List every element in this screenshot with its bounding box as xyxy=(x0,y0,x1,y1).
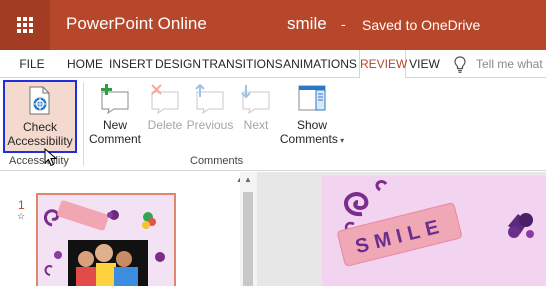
next-comment-button[interactable]: Next xyxy=(237,80,275,132)
tab-view[interactable]: VIEW xyxy=(408,50,441,78)
animation-star-icon: ☆ xyxy=(17,211,26,221)
accessibility-checker-icon xyxy=(29,86,50,115)
scrollbar-thumb[interactable] xyxy=(243,192,253,286)
tell-me-placeholder: Tell me what xyxy=(476,57,543,71)
show-comments-line2: Comments ▾ xyxy=(279,132,345,146)
check-accessibility-button[interactable]: Check Accessibility xyxy=(3,80,77,153)
tab-review[interactable]: REVIEW xyxy=(359,50,407,79)
slide-number: 1 xyxy=(18,198,25,212)
previous-label: Previous xyxy=(186,118,234,132)
new-comment-line1: New xyxy=(102,118,127,132)
lightbulb-icon xyxy=(454,56,466,73)
tab-home[interactable]: HOME xyxy=(66,50,104,78)
save-status: Saved to OneDrive xyxy=(362,17,481,33)
tab-file[interactable]: FILE xyxy=(16,50,48,78)
new-comment-button[interactable]: New Comment xyxy=(88,80,142,146)
new-comment-icon xyxy=(101,84,129,114)
new-comment-line2: Comment xyxy=(88,132,141,146)
group-label-accessibility: Accessibility xyxy=(9,155,69,167)
previous-comment-icon xyxy=(195,84,224,114)
group-label-comments: Comments xyxy=(190,155,244,167)
next-label: Next xyxy=(243,118,269,132)
tab-design[interactable]: DESIGN xyxy=(155,50,201,78)
group-divider xyxy=(83,82,84,166)
check-accessibility-line2: Accessibility xyxy=(7,134,73,148)
scroll-up-icon[interactable]: ▲ xyxy=(244,175,252,184)
thumbnail-artwork xyxy=(38,195,174,286)
title-separator: - xyxy=(341,16,346,32)
delete-comment-button[interactable]: Delete xyxy=(145,80,185,132)
slide-canvas[interactable]: SMILE xyxy=(322,176,546,286)
thumbnail-scrollbar[interactable]: ▲ xyxy=(240,172,257,286)
app-name[interactable]: PowerPoint Online xyxy=(66,14,207,34)
ribbon-review: Check Accessibility Accessibility New Co… xyxy=(0,78,546,171)
show-comments-button[interactable]: Show Comments ▾ xyxy=(277,80,347,148)
tab-animations[interactable]: ANIMATIONS xyxy=(282,50,358,78)
mouse-cursor-icon xyxy=(44,148,58,167)
title-bar: PowerPoint Online smile - Saved to OneDr… xyxy=(0,0,546,50)
previous-comment-button[interactable]: Previous xyxy=(185,80,235,132)
tab-insert[interactable]: INSERT xyxy=(109,50,153,78)
tab-transitions[interactable]: TRANSITIONS xyxy=(202,50,283,78)
show-comments-icon xyxy=(298,85,326,111)
tell-me-box[interactable]: Tell me what xyxy=(448,50,546,78)
document-name[interactable]: smile xyxy=(287,14,327,34)
slide-thumbnail[interactable] xyxy=(36,193,176,286)
app-launcher-icon[interactable] xyxy=(0,0,50,50)
slide-artwork: SMILE xyxy=(322,176,546,286)
check-accessibility-line1: Check xyxy=(22,120,57,134)
delete-comment-icon xyxy=(151,84,179,114)
delete-label: Delete xyxy=(147,118,183,132)
chevron-down-icon: ▾ xyxy=(337,136,345,145)
next-comment-icon xyxy=(241,85,270,114)
show-comments-line1: Show xyxy=(296,118,328,132)
